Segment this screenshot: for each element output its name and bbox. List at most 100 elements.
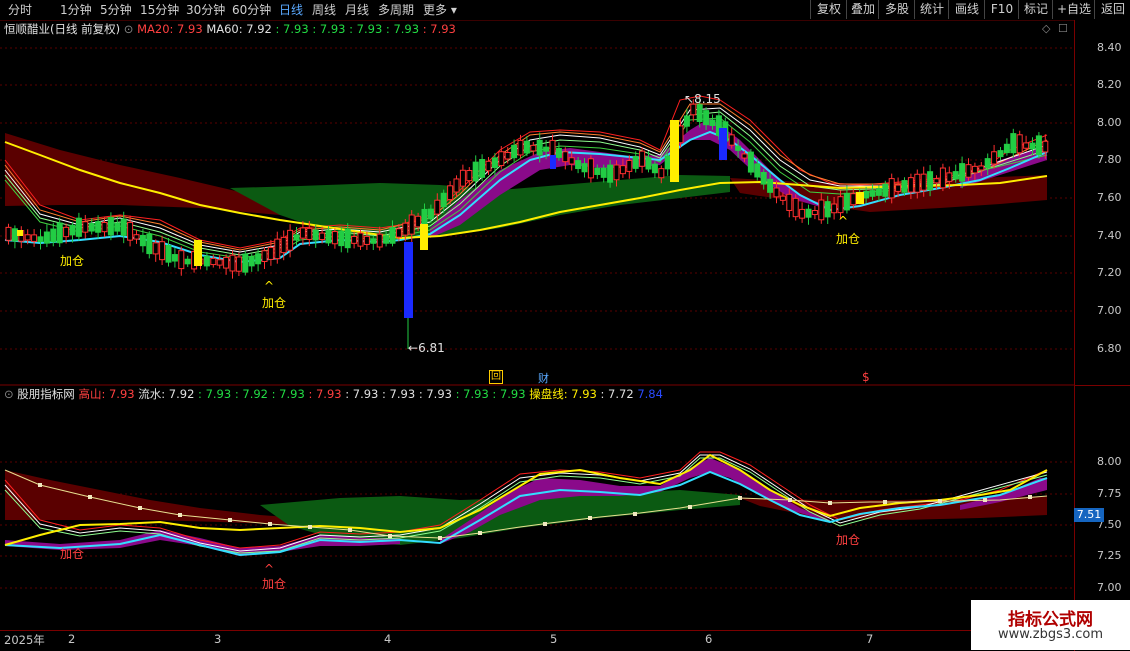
candle-body xyxy=(1042,140,1049,153)
indicator-title[interactable]: 股朋指标网 xyxy=(17,387,75,401)
period-tab-5min[interactable]: 5分钟 xyxy=(100,2,132,18)
candle-body xyxy=(511,144,518,159)
period-tab-weekly[interactable]: 周线 xyxy=(312,2,336,18)
sub-legend: ⊙ 股朋指标网 高山: 7.93 流水: 7.92 : 7.93 : 7.92 … xyxy=(4,386,663,402)
finance-marker[interactable]: 财 xyxy=(538,370,549,386)
candle-body xyxy=(562,151,569,163)
candle-body xyxy=(741,153,748,159)
y-tick: 7.80 xyxy=(1097,153,1122,166)
candle-body xyxy=(747,151,754,173)
candle-body xyxy=(709,119,716,127)
candle-body xyxy=(107,217,114,236)
period-tab-monthly[interactable]: 月线 xyxy=(345,2,369,18)
candle-body xyxy=(184,258,191,265)
candle-body xyxy=(811,210,818,216)
x-axis-label: 5 xyxy=(550,632,558,646)
candle-body xyxy=(843,192,850,211)
candle-body xyxy=(568,157,575,165)
candle-body xyxy=(306,227,313,240)
period-tab-multi[interactable]: 多周期 xyxy=(378,2,414,18)
candle-body xyxy=(901,180,908,193)
candle-body xyxy=(613,164,620,181)
ma-value: : 7.93 xyxy=(312,22,346,36)
line-value: : 7.93 xyxy=(345,387,379,401)
candle-body xyxy=(229,254,236,272)
candle-body xyxy=(555,147,562,158)
candle-body xyxy=(274,238,281,260)
add-watchlist-button[interactable]: +自选 xyxy=(1052,0,1095,19)
period-tab-30min[interactable]: 30分钟 xyxy=(186,2,225,18)
candle-body xyxy=(728,134,735,146)
candle-body xyxy=(818,199,825,221)
candle-body xyxy=(248,256,255,267)
candle-body xyxy=(152,242,159,255)
dividend-marker[interactable]: $ xyxy=(862,370,870,384)
stock-title[interactable]: 恒顺醋业(日线 前复权) xyxy=(4,22,120,36)
multi-stock-button[interactable]: 多股 xyxy=(878,0,915,19)
candle-body xyxy=(88,222,95,232)
x-axis-label: 3 xyxy=(214,632,222,646)
candle-body xyxy=(587,158,594,179)
period-tab-60min[interactable]: 60分钟 xyxy=(232,2,271,18)
square-icon[interactable]: ☐ xyxy=(1058,22,1068,35)
settings-icon[interactable]: ⊙ xyxy=(4,387,14,401)
candle-body xyxy=(984,158,991,169)
candle-body xyxy=(888,178,895,199)
period-tab-1min[interactable]: 1分钟 xyxy=(60,2,92,18)
back-button[interactable]: 返回 xyxy=(1094,0,1130,19)
sub-dot xyxy=(983,498,987,502)
statistics-button[interactable]: 统计 xyxy=(914,0,949,19)
overlay-button[interactable]: 叠加 xyxy=(846,0,879,19)
candle-body xyxy=(56,222,63,244)
sub-dot xyxy=(1028,495,1032,499)
mark-button[interactable]: 标记 xyxy=(1018,0,1053,19)
candle-body xyxy=(255,253,262,265)
candle-body xyxy=(1035,135,1042,156)
ma-value: : 7.93 xyxy=(349,22,383,36)
settings-icon[interactable]: ⊙ xyxy=(124,22,137,36)
add-position-label: 加仓 xyxy=(60,254,85,268)
line-value: : 7.93 xyxy=(418,387,452,401)
y-tick: 7.20 xyxy=(1097,266,1122,279)
sub-dot xyxy=(883,500,887,504)
candle-body xyxy=(75,217,82,237)
candle-body xyxy=(223,256,230,269)
ma-value: : 7.93 xyxy=(422,22,456,36)
draw-line-button[interactable]: 画线 xyxy=(948,0,985,19)
candle-body xyxy=(907,177,914,193)
sub-dot xyxy=(438,536,442,540)
candle-body xyxy=(11,228,18,242)
candle-body xyxy=(978,165,985,171)
line-value: : 7.93 xyxy=(271,387,305,401)
y-tick: 7.25 xyxy=(1097,549,1122,562)
restore-rights-button[interactable]: 复权 xyxy=(810,0,847,19)
gaoshan-value: 高山: 7.93 xyxy=(78,387,135,401)
candle-body xyxy=(536,139,543,156)
candle-body xyxy=(952,171,959,180)
blue-bar xyxy=(404,242,413,318)
period-tab-fenshi[interactable]: 分时 xyxy=(8,2,32,18)
sub-dot xyxy=(588,516,592,520)
y-tick: 7.00 xyxy=(1097,581,1122,594)
line-value: : 7.93 xyxy=(492,387,526,401)
candle-body xyxy=(287,229,294,251)
candle-body xyxy=(31,234,38,242)
candle-body xyxy=(427,208,434,220)
period-tab-daily[interactable]: 日线 xyxy=(279,2,303,18)
period-tab-15min[interactable]: 15分钟 xyxy=(140,2,179,18)
liushui-value: 流水: 7.92 xyxy=(138,387,195,401)
ma-value: : 7.93 xyxy=(275,22,309,36)
extra-value: : 7.72 xyxy=(600,387,634,401)
candle-body xyxy=(363,235,370,245)
f10-button[interactable]: F10 xyxy=(984,0,1019,19)
candle-body xyxy=(927,171,934,191)
review-marker[interactable]: 回 xyxy=(489,370,503,384)
candle-body xyxy=(600,167,607,178)
yellow-bar xyxy=(670,120,679,182)
diamond-icon[interactable]: ◇ xyxy=(1042,22,1050,35)
candle-body xyxy=(779,195,786,201)
candle-body xyxy=(773,187,780,198)
x-axis-label: 2 xyxy=(68,632,76,646)
candle-body xyxy=(447,185,454,201)
period-tab-more[interactable]: 更多 ▾ xyxy=(423,2,457,18)
